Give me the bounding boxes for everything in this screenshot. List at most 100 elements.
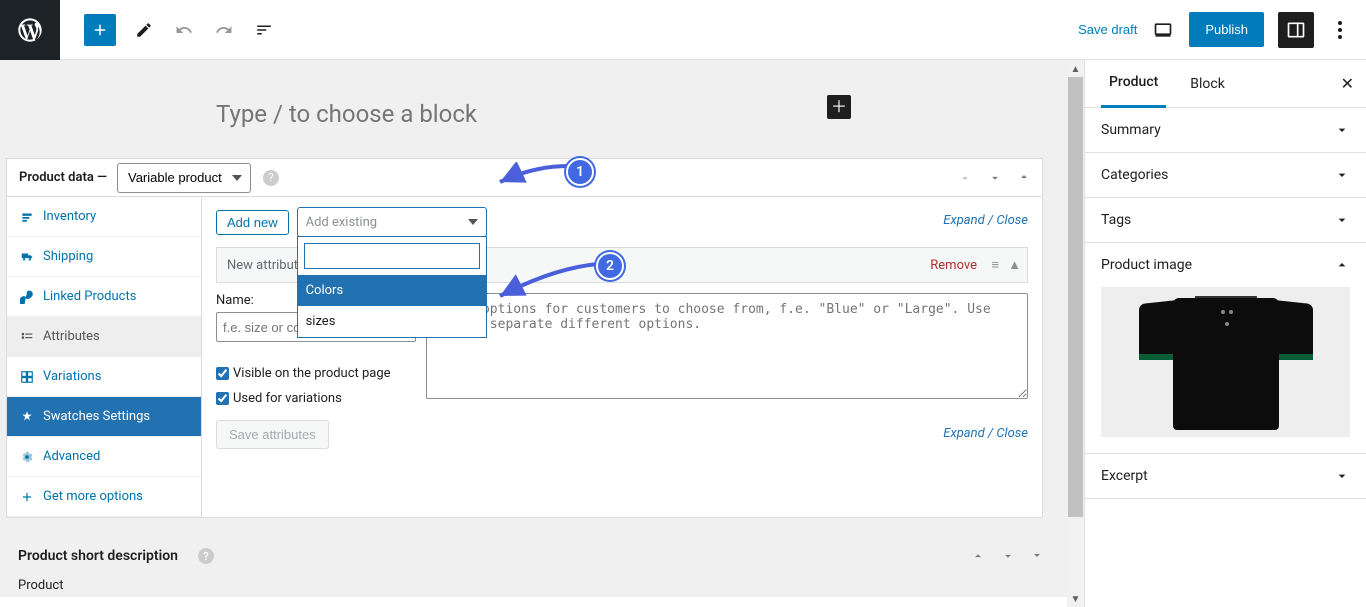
polo-shirt-image <box>1139 292 1313 432</box>
visible-checkbox-label: Visible on the product page <box>233 366 391 381</box>
collapse-up-icon[interactable] <box>1018 171 1030 185</box>
callout-1: 1 <box>566 158 594 186</box>
preview-icon[interactable] <box>1151 18 1175 42</box>
tab-advanced[interactable]: Advanced <box>7 437 201 477</box>
tab-get-more-options[interactable]: Get more options <box>7 477 201 517</box>
add-block-button[interactable] <box>84 14 116 46</box>
gear-icon <box>19 449 35 465</box>
editor-topbar: Save draft Publish <box>0 0 1366 60</box>
expand-close-link[interactable]: Expand / Close <box>943 213 1028 228</box>
product-data-metabox: Product data — Variable product ? Invent… <box>6 158 1043 518</box>
footer-product-label: Product <box>0 574 1067 597</box>
editor-scrollbar[interactable]: ▲ ▼ <box>1067 60 1084 607</box>
settings-sidebar: Product Block ✕ Summary Categories Tags … <box>1084 60 1366 607</box>
short-description-title: Product short description <box>18 548 178 564</box>
variations-checkbox-label: Used for variations <box>233 391 342 406</box>
product-data-body: Inventory Shipping Linked Products Attri… <box>7 197 1042 517</box>
chevron-down-icon <box>1334 122 1350 138</box>
scroll-thumb[interactable] <box>1068 77 1083 517</box>
attribute-values-textarea[interactable] <box>426 293 1028 399</box>
help-icon[interactable]: ? <box>198 548 214 564</box>
wordpress-logo[interactable] <box>0 0 60 60</box>
panel-tags[interactable]: Tags <box>1085 198 1366 243</box>
sidebar-tab-product[interactable]: Product <box>1101 60 1166 108</box>
attribute-toolbar: Add new Add existing Colors sizes Expand… <box>216 207 1028 237</box>
expand-close-link-bottom[interactable]: Expand / Close <box>943 426 1028 441</box>
panel-product-image-header[interactable]: Product image <box>1085 243 1366 287</box>
chevron-down-icon[interactable] <box>988 171 1002 185</box>
plus-icon <box>19 489 35 505</box>
editor-column: Type / to choose a block ＋ Product data … <box>0 60 1067 607</box>
variations-checkbox[interactable] <box>216 392 229 405</box>
toolbar-right: Save draft Publish <box>1078 12 1366 48</box>
add-existing-wrap: Add existing Colors sizes <box>297 207 487 237</box>
dropdown-option-colors[interactable]: Colors <box>298 275 486 306</box>
close-sidebar-icon[interactable]: ✕ <box>1341 74 1354 93</box>
panel-categories[interactable]: Categories <box>1085 153 1366 198</box>
grid-icon <box>19 369 35 385</box>
list-icon <box>19 329 35 345</box>
settings-panel-toggle[interactable] <box>1278 12 1314 48</box>
product-image-thumbnail[interactable] <box>1101 287 1350 437</box>
collapse-down-icon[interactable] <box>1031 549 1043 563</box>
variations-checkbox-row: Used for variations <box>216 391 416 406</box>
redo-icon[interactable] <box>212 18 236 42</box>
undo-icon[interactable] <box>172 18 196 42</box>
toolbar-left <box>60 14 276 46</box>
panel-summary[interactable]: Summary <box>1085 108 1366 153</box>
dropdown-option-sizes[interactable]: sizes <box>298 306 486 337</box>
product-data-title: Product data — <box>19 170 107 185</box>
dropdown-search-input[interactable] <box>304 243 480 269</box>
collapse-attribute-icon[interactable]: ▲ <box>1008 257 1021 273</box>
remove-attribute-link[interactable]: Remove <box>930 258 977 273</box>
visible-checkbox[interactable] <box>216 367 229 380</box>
sidebar-tab-block[interactable]: Block <box>1182 60 1233 108</box>
editor-content: Type / to choose a block ＋ Product data … <box>0 60 1067 597</box>
add-existing-dropdown: Colors sizes <box>297 236 487 338</box>
tab-attributes[interactable]: Attributes <box>7 317 201 357</box>
tab-swatches-settings[interactable]: Swatches Settings <box>7 397 201 437</box>
panel-product-image-body <box>1085 287 1366 454</box>
short-description-metabox: Product short description ? <box>18 538 1043 574</box>
main-layout: Type / to choose a block ＋ Product data … <box>0 60 1366 607</box>
new-attribute-label: New attribute <box>227 258 305 273</box>
save-attributes-button: Save attributes <box>216 420 329 449</box>
add-existing-select[interactable]: Add existing <box>297 207 487 237</box>
scroll-up-arrow[interactable]: ▲ <box>1068 62 1083 77</box>
block-placeholder-text: Type / to choose a block <box>216 100 477 128</box>
swatches-icon <box>19 409 35 425</box>
tab-variations[interactable]: Variations <box>7 357 201 397</box>
truck-icon <box>19 249 35 265</box>
help-icon[interactable]: ? <box>263 170 279 186</box>
add-new-attribute-button[interactable]: Add new <box>216 210 289 235</box>
scroll-down-arrow[interactable]: ▼ <box>1068 592 1083 607</box>
save-attributes-row: Save attributes Expand / Close <box>216 420 1028 449</box>
arrow-2 <box>494 258 604 302</box>
chevron-down-icon[interactable] <box>1001 549 1015 563</box>
product-type-select[interactable]: Variable product <box>117 163 251 193</box>
tab-inventory[interactable]: Inventory <box>7 197 201 237</box>
chevron-down-icon <box>1334 468 1350 484</box>
chevron-up-icon[interactable] <box>958 171 972 185</box>
tab-linked-products[interactable]: Linked Products <box>7 277 201 317</box>
arrow-1 <box>494 162 574 188</box>
product-data-tabs: Inventory Shipping Linked Products Attri… <box>7 197 202 517</box>
panel-excerpt[interactable]: Excerpt <box>1085 454 1366 499</box>
inventory-icon <box>19 209 35 225</box>
sidebar-tabs: Product Block ✕ <box>1085 60 1366 108</box>
link-icon <box>19 289 35 305</box>
chevron-up-icon[interactable] <box>971 549 985 563</box>
pencil-icon[interactable] <box>132 18 156 42</box>
tab-shipping[interactable]: Shipping <box>7 237 201 277</box>
chevron-down-icon <box>1334 167 1350 183</box>
inline-add-block-button[interactable]: ＋ <box>827 95 851 119</box>
document-outline-icon[interactable] <box>252 18 276 42</box>
save-draft-button[interactable]: Save draft <box>1078 22 1137 37</box>
publish-button[interactable]: Publish <box>1189 12 1264 47</box>
block-inserter-placeholder[interactable]: Type / to choose a block ＋ <box>0 98 1067 158</box>
visible-checkbox-row: Visible on the product page <box>216 366 416 381</box>
more-menu-icon[interactable] <box>1328 21 1352 39</box>
drag-handle-icon[interactable]: ≡ <box>991 257 999 273</box>
callout-2: 2 <box>596 252 624 280</box>
chevron-down-icon <box>1334 212 1350 228</box>
